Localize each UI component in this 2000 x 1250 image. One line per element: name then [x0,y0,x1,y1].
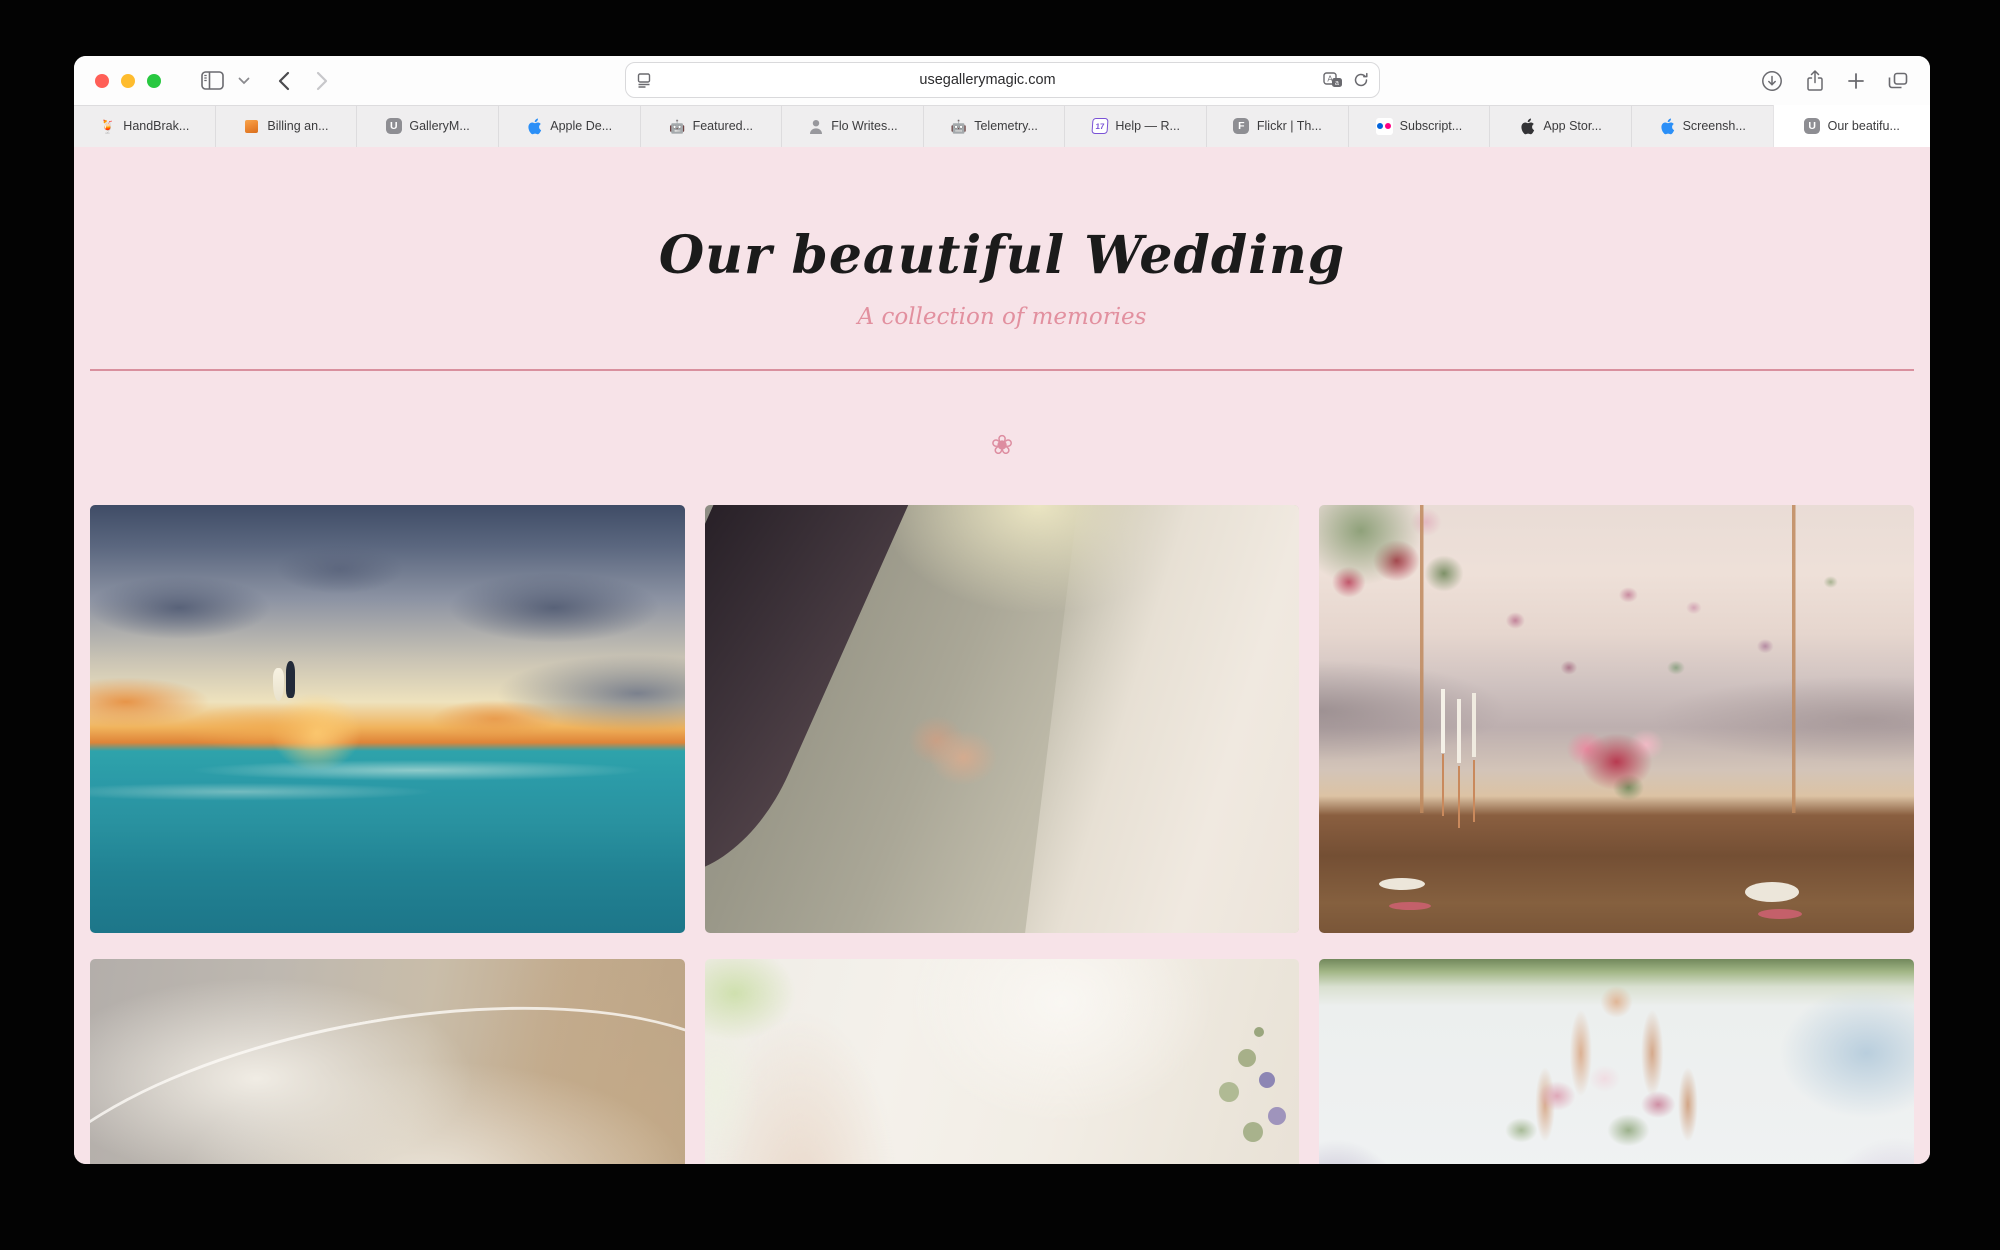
page-title: Our beautiful Wedding [74,223,1930,288]
tab-label: Subscript... [1400,119,1463,133]
translate-icon[interactable]: Aa [1323,72,1343,89]
tab-subscript[interactable]: Subscript... [1348,105,1490,147]
apple-blue-icon [526,118,543,135]
apple-black-icon [1519,118,1536,135]
page-content: Our beautiful Wedding A collection of me… [74,147,1930,1164]
tab-overview-button[interactable] [1888,72,1908,90]
flower-ornament-icon: ❀ [74,427,1930,463]
address-bar[interactable]: usegallerymagic.com Aa [625,62,1380,98]
forward-icon [316,71,328,91]
tab-app-stor[interactable]: App Stor... [1489,105,1631,147]
window-controls [95,74,161,88]
tab-label: GalleryM... [409,119,469,133]
gallery-photo-veil-kiss[interactable] [90,959,685,1164]
chevron-down-icon [238,77,250,85]
download-icon [1761,70,1783,92]
tab-label: Flickr | Th... [1257,119,1322,133]
photo-gallery [90,505,1914,1164]
f-badge-icon: F [1233,118,1250,135]
tab-strip: 🍹 HandBrak... Billing an... U GalleryM..… [74,105,1930,147]
tab-label: Flo Writes... [831,119,897,133]
flickr-dots-icon [1376,118,1393,135]
tab-flo-writes[interactable]: Flo Writes... [781,105,923,147]
gallery-photo-bridal-bouquet[interactable] [705,959,1300,1164]
tab-featured[interactable]: 🤖 Featured... [640,105,782,147]
tab-label: HandBrak... [123,119,189,133]
handbrake-icon: 🍹 [99,118,116,135]
tab-handbrak[interactable]: 🍹 HandBrak... [74,105,215,147]
tab-label: Apple De... [550,119,612,133]
url-text[interactable]: usegallerymagic.com [652,72,1323,88]
gallery-photo-holding-hands[interactable] [705,505,1300,933]
u-badge-icon: U [1804,118,1821,135]
robot-icon: 🤖 [669,118,686,135]
share-button[interactable] [1806,70,1824,92]
tab-label: Featured... [693,119,753,133]
tab-our-beatifu[interactable]: U Our beatifu... [1773,105,1931,147]
sidebar-toggle-button[interactable] [201,71,224,90]
minimize-button[interactable] [121,74,135,88]
tab-label: Our beatifu... [1828,119,1900,133]
tab-telemetry[interactable]: 🤖 Telemetry... [923,105,1065,147]
downloads-button[interactable] [1761,70,1783,92]
new-tab-button[interactable] [1847,72,1865,90]
tab-label: Help — R... [1115,119,1180,133]
tab-group-chevron-button[interactable] [238,77,250,85]
browser-window: usegallerymagic.com Aa 🍹 HandBrak... [74,56,1930,1164]
plus-icon [1847,72,1865,90]
browser-toolbar: usegallerymagic.com Aa [74,56,1930,105]
orange-cube-icon [243,118,260,135]
bust-icon [807,118,824,135]
toolbar-right-actions [1761,56,1908,105]
purple-17-icon: 17 [1091,118,1108,135]
divider-line [90,369,1914,371]
tab-flickr-th[interactable]: F Flickr | Th... [1206,105,1348,147]
reader-view-icon[interactable] [636,72,652,88]
tab-screensh[interactable]: Screensh... [1631,105,1773,147]
apple-blue-icon [1659,118,1676,135]
zoom-button[interactable] [147,74,161,88]
sidebar-icon [201,71,224,90]
tab-label: App Stor... [1543,119,1601,133]
tab-gallerym[interactable]: U GalleryM... [356,105,498,147]
close-button[interactable] [95,74,109,88]
tab-billing-an[interactable]: Billing an... [215,105,357,147]
gallery-photo-group-celebration[interactable] [1319,959,1914,1164]
svg-text:a: a [1335,79,1339,86]
tab-apple-de[interactable]: Apple De... [498,105,640,147]
tab-label: Screensh... [1683,119,1746,133]
page-subtitle: A collection of memories [74,302,1930,332]
reload-icon[interactable] [1353,72,1369,88]
tab-help-r[interactable]: 17 Help — R... [1064,105,1206,147]
tab-overview-icon [1888,72,1908,90]
tab-label: Billing an... [267,119,328,133]
share-icon [1806,70,1824,92]
gallery-photo-beach-sunset-couple[interactable] [90,505,685,933]
u-badge-icon: U [385,118,402,135]
robot-icon: 🤖 [950,118,967,135]
forward-button[interactable] [316,71,328,91]
gallery-photo-reception-table[interactable] [1319,505,1914,933]
back-button[interactable] [278,71,290,91]
back-icon [278,71,290,91]
tab-label: Telemetry... [974,119,1038,133]
